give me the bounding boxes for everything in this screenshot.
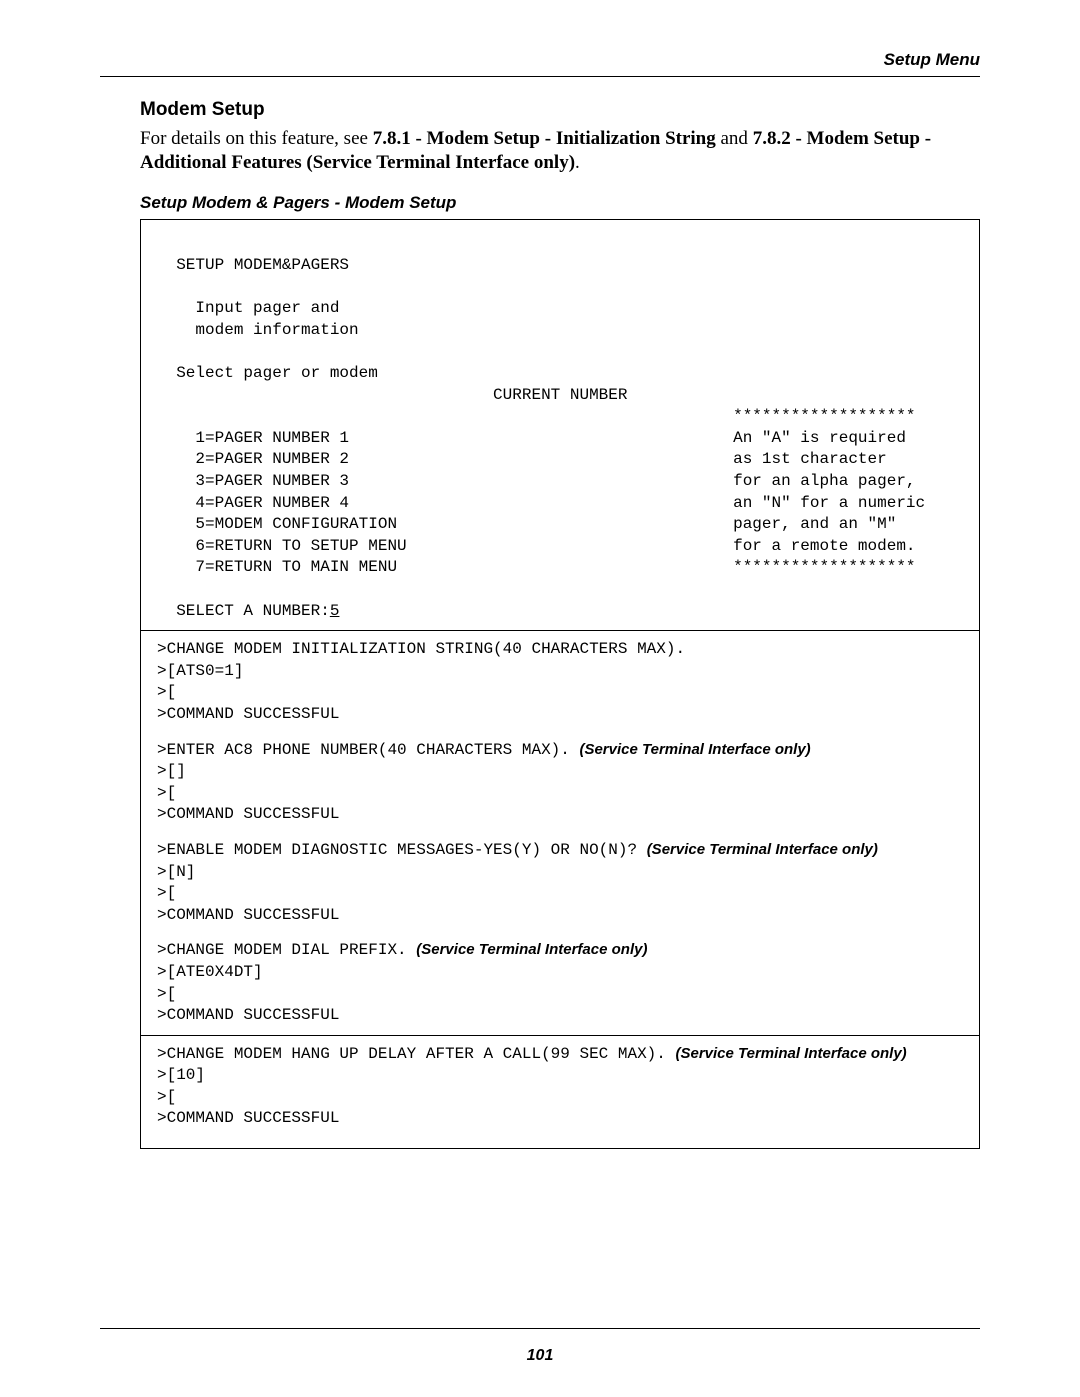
cmd-block: >CHANGE MODEM HANG UP DELAY AFTER A CALL… — [157, 1044, 963, 1130]
terminal-divider — [141, 630, 979, 631]
terminal-output: SETUP MODEM&PAGERS Input pager and modem… — [140, 219, 980, 1150]
term-line: >[N] — [157, 862, 963, 884]
term-line: 4=PAGER NUMBER 4 an "N" for a numeric — [157, 494, 925, 512]
content: Modem Setup For details on this feature,… — [100, 99, 980, 1149]
footer-rule — [100, 1328, 980, 1329]
running-head: Setup Menu — [100, 50, 980, 76]
term-line: >COMMAND SUCCESSFUL — [157, 1108, 963, 1130]
terminal-divider — [141, 1035, 979, 1036]
intro-text-mid: and — [716, 128, 753, 149]
term-line: >[ — [157, 984, 963, 1006]
term-line: >ENTER AC8 PHONE NUMBER(40 CHARACTERS MA… — [157, 740, 963, 762]
service-note: (Service Terminal Interface only) — [416, 941, 647, 958]
term-line: >[ — [157, 783, 963, 805]
select-value: 5 — [330, 602, 340, 620]
term-line: 2=PAGER NUMBER 2 as 1st character — [157, 450, 887, 468]
term-line: >ENABLE MODEM DIAGNOSTIC MESSAGES-YES(Y)… — [157, 840, 963, 862]
term-text: >CHANGE MODEM HANG UP DELAY AFTER A CALL… — [157, 1045, 675, 1063]
term-line: >COMMAND SUCCESSFUL — [157, 704, 963, 726]
select-line: SELECT A NUMBER:5 — [157, 602, 339, 620]
term-line: >[ — [157, 682, 963, 704]
cmd-block: >CHANGE MODEM DIAL PREFIX. (Service Term… — [157, 940, 963, 1026]
intro-text: For details on this feature, see — [140, 128, 373, 149]
term-line — [157, 580, 167, 598]
term-text: >ENABLE MODEM DIAGNOSTIC MESSAGES-YES(Y)… — [157, 841, 647, 859]
term-line: 5=MODEM CONFIGURATION pager, and an "M" — [157, 515, 896, 533]
term-line: SETUP MODEM&PAGERS — [157, 256, 349, 274]
term-line: CURRENT NUMBER — [157, 386, 627, 404]
term-line: >CHANGE MODEM DIAL PREFIX. (Service Term… — [157, 940, 963, 962]
cmd-block: >ENABLE MODEM DIAGNOSTIC MESSAGES-YES(Y)… — [157, 840, 963, 926]
term-line: >CHANGE MODEM HANG UP DELAY AFTER A CALL… — [157, 1044, 963, 1066]
term-text: >ENTER AC8 PHONE NUMBER(40 CHARACTERS MA… — [157, 741, 579, 759]
figure-caption: Setup Modem & Pagers - Modem Setup — [140, 193, 980, 213]
term-line: >[ — [157, 883, 963, 905]
select-label: SELECT A NUMBER: — [157, 602, 330, 620]
service-note: (Service Terminal Interface only) — [647, 841, 878, 858]
intro-ref-1: 7.8.1 - Modem Setup - Initialization Str… — [373, 128, 716, 149]
spacer — [157, 830, 963, 840]
service-note: (Service Terminal Interface only) — [579, 741, 810, 758]
term-line: Input pager and — [157, 299, 339, 317]
intro-text-post: . — [575, 152, 580, 173]
spacer — [157, 730, 963, 740]
menu-block: SETUP MODEM&PAGERS Input pager and modem… — [157, 234, 963, 623]
term-line: >[ — [157, 1087, 963, 1109]
term-line: >[10] — [157, 1065, 963, 1087]
term-line — [157, 278, 167, 296]
term-line: 1=PAGER NUMBER 1 An "A" is required — [157, 429, 906, 447]
section-title: Modem Setup — [140, 99, 980, 121]
term-line: >[ATE0X4DT] — [157, 962, 963, 984]
term-line: >COMMAND SUCCESSFUL — [157, 804, 963, 826]
term-line: >CHANGE MODEM INITIALIZATION STRING(40 C… — [157, 639, 963, 661]
term-line: >COMMAND SUCCESSFUL — [157, 1005, 963, 1027]
term-line: modem information — [157, 321, 359, 339]
document-page: Setup Menu Modem Setup For details on th… — [0, 0, 1080, 1397]
term-line: 6=RETURN TO SETUP MENU for a remote mode… — [157, 537, 916, 555]
page-number: 101 — [0, 1347, 1080, 1365]
spacer — [157, 930, 963, 940]
service-note: (Service Terminal Interface only) — [675, 1045, 906, 1062]
intro-paragraph: For details on this feature, see 7.8.1 -… — [140, 127, 980, 175]
term-line: >[] — [157, 761, 963, 783]
term-line: 7=RETURN TO MAIN MENU ******************… — [157, 558, 916, 576]
cmd-block: >CHANGE MODEM INITIALIZATION STRING(40 C… — [157, 639, 963, 725]
header-rule — [100, 76, 980, 77]
term-line: Select pager or modem — [157, 364, 378, 382]
term-line: 3=PAGER NUMBER 3 for an alpha pager, — [157, 472, 916, 490]
term-line: >[ATS0=1] — [157, 661, 963, 683]
term-line — [157, 342, 167, 360]
term-text: >CHANGE MODEM DIAL PREFIX. — [157, 941, 416, 959]
term-line: >COMMAND SUCCESSFUL — [157, 905, 963, 927]
cmd-block: >ENTER AC8 PHONE NUMBER(40 CHARACTERS MA… — [157, 740, 963, 826]
term-line: ******************* — [157, 407, 916, 425]
